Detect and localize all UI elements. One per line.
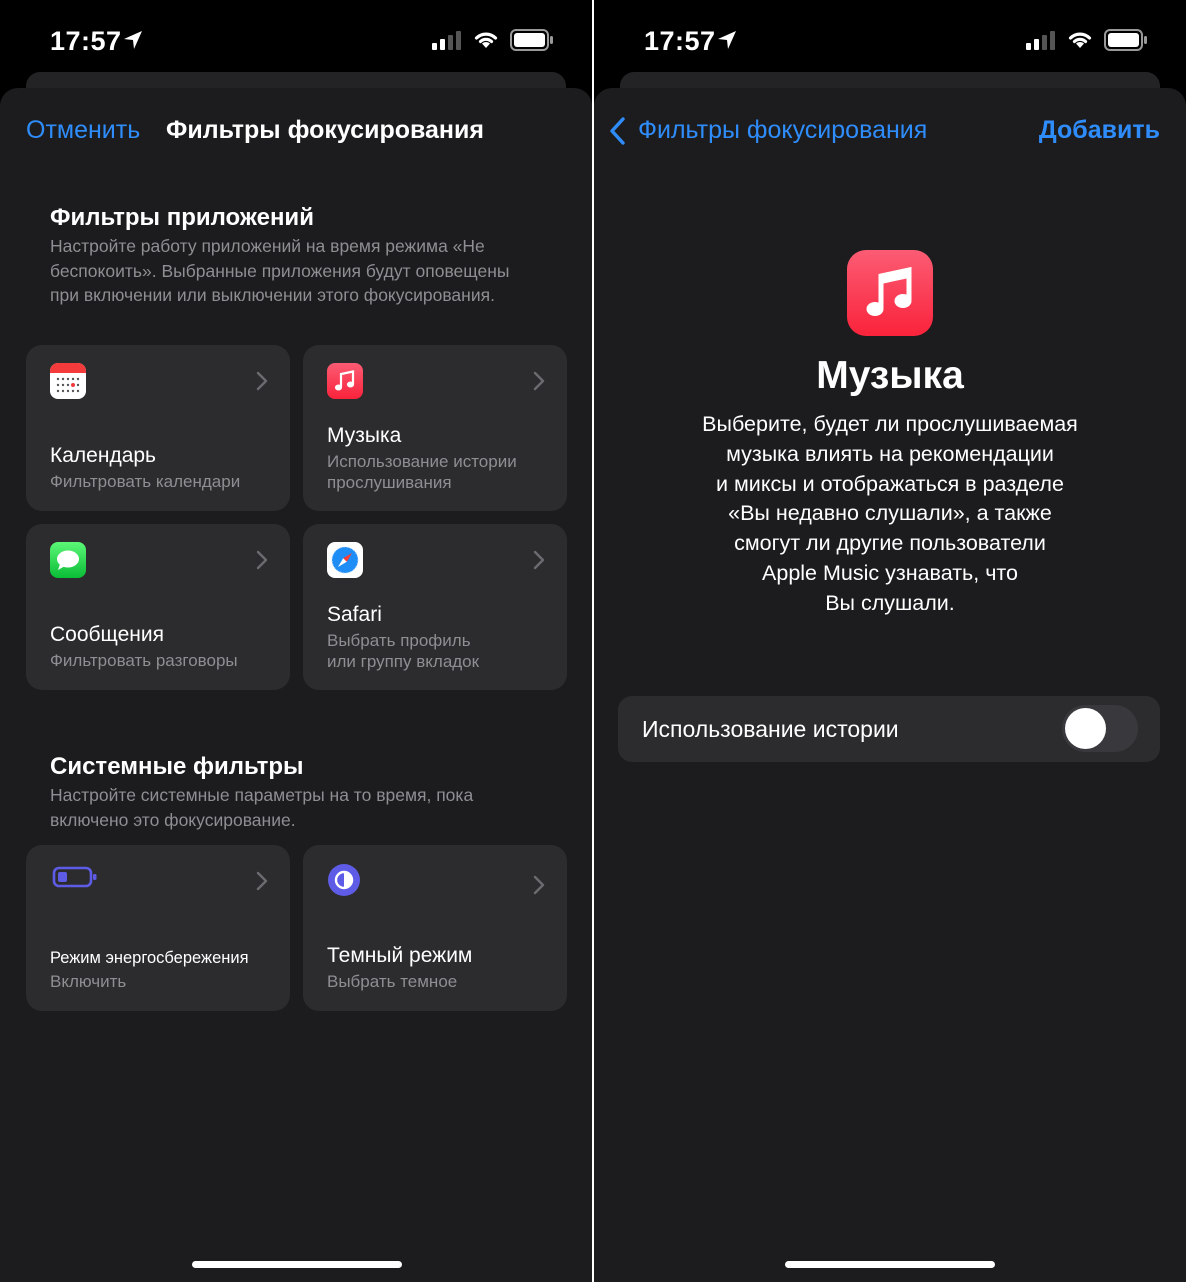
description-line: Apple Music узнавать, что — [762, 560, 1018, 585]
chevron-right-icon — [256, 550, 268, 570]
card-subtitle: Выбрать профиль — [327, 631, 471, 650]
chevron-left-icon — [610, 117, 625, 145]
safari-icon — [327, 542, 363, 578]
chevron-right-icon — [533, 371, 545, 391]
safari-filter-card[interactable]: Safari Выбрать профиль или группу вкладо… — [303, 524, 567, 690]
chevron-right-icon — [533, 550, 545, 570]
description-line: Вы слушали. — [825, 590, 955, 615]
messages-icon — [50, 542, 86, 578]
calendar-icon — [50, 363, 86, 399]
home-indicator[interactable] — [785, 1261, 995, 1268]
system-filters-heading: Системные фильтры — [50, 753, 304, 780]
toggle-knob — [1065, 708, 1106, 749]
status-time: 17:57 — [644, 26, 716, 56]
chevron-right-icon — [533, 875, 545, 895]
card-title: Safari — [327, 603, 382, 626]
cellular-signal-icon — [432, 31, 461, 50]
music-filter-card[interactable]: Музыка Использование истории прослушиван… — [303, 345, 567, 511]
add-button[interactable]: Добавить — [1039, 116, 1160, 145]
card-subtitle: Включить — [50, 972, 127, 991]
low-power-battery-icon — [52, 866, 97, 888]
app-description: Выберите, будет ли прослушиваемая музыка… — [634, 410, 1146, 619]
cellular-signal-icon — [1026, 31, 1055, 50]
card-subtitle: Выбрать темное — [327, 972, 458, 991]
status-bar: 17:57 — [594, 0, 1186, 80]
messages-filter-card[interactable]: Сообщения Фильтровать разговоры — [26, 524, 290, 690]
use-history-toggle[interactable] — [1062, 705, 1138, 752]
back-label: Фильтры фокусирования — [638, 116, 928, 144]
status-bar: 17:57 — [0, 0, 592, 80]
music-icon — [847, 250, 933, 336]
chevron-right-icon — [256, 371, 268, 391]
app-filters-heading: Фильтры приложений — [50, 204, 314, 231]
modal-sheet: Отменить Фильтры фокусирования Фильтры п… — [0, 88, 592, 1282]
card-title: Календарь — [50, 444, 156, 467]
focus-filters-screen: 17:57 Отменить Фильтры фокусирования Фил… — [0, 0, 592, 1282]
use-history-label: Использование истории — [642, 716, 899, 742]
card-subtitle: Фильтровать календари — [50, 472, 241, 491]
status-time: 17:57 — [50, 26, 122, 56]
app-name: Музыка — [816, 354, 964, 397]
battery-icon — [1104, 29, 1147, 51]
cancel-button[interactable]: Отменить — [26, 116, 140, 145]
modal-sheet: Фильтры фокусирования Добавить — [594, 88, 1186, 1282]
system-filters-description: Настройте системные параметры на то врем… — [50, 785, 474, 830]
description-line: и миксы и отображаться в разделе — [716, 471, 1064, 496]
chevron-right-icon — [256, 871, 268, 891]
app-filters-description: Настройте работу приложений на время реж… — [50, 236, 510, 305]
card-title: Музыка — [327, 424, 402, 447]
card-subtitle: Фильтровать разговоры — [50, 651, 238, 670]
music-icon — [327, 363, 363, 399]
card-title: Сообщения — [50, 623, 164, 646]
back-button[interactable]: Фильтры фокусирования — [608, 112, 948, 148]
card-title: Режим энергосбережения — [50, 949, 249, 967]
wifi-icon — [1068, 32, 1092, 48]
card-subtitle: или группу вкладок — [327, 652, 480, 671]
location-arrow-icon — [718, 31, 736, 49]
card-subtitle: прослушивания — [327, 473, 452, 492]
wifi-icon — [474, 32, 498, 48]
description-line: смогут ли другие пользователи — [734, 531, 1046, 556]
use-history-row: Использование истории — [618, 696, 1160, 762]
calendar-filter-card[interactable]: Календарь Фильтровать календари — [26, 345, 290, 511]
dark-mode-filter-card[interactable]: Темный режим Выбрать темное — [303, 845, 567, 1011]
card-title: Темный режим — [327, 944, 473, 967]
music-filter-screen: 17:57 Фильтры фокусирования Добавить Муз… — [594, 0, 1186, 1282]
description-line: Выберите, будет ли прослушиваемая — [702, 412, 1078, 436]
description-line: «Вы недавно слушали», а также — [728, 501, 1052, 526]
dark-mode-icon — [328, 864, 360, 896]
battery-icon — [510, 29, 553, 51]
home-indicator[interactable] — [192, 1261, 402, 1268]
page-title: Фильтры фокусирования — [166, 116, 484, 144]
location-arrow-icon — [124, 31, 142, 49]
low-power-filter-card[interactable]: Режим энергосбережения Включить — [26, 845, 290, 1011]
description-line: музыка влиять на рекомендации — [726, 441, 1054, 466]
card-subtitle: Использование истории — [327, 452, 517, 471]
